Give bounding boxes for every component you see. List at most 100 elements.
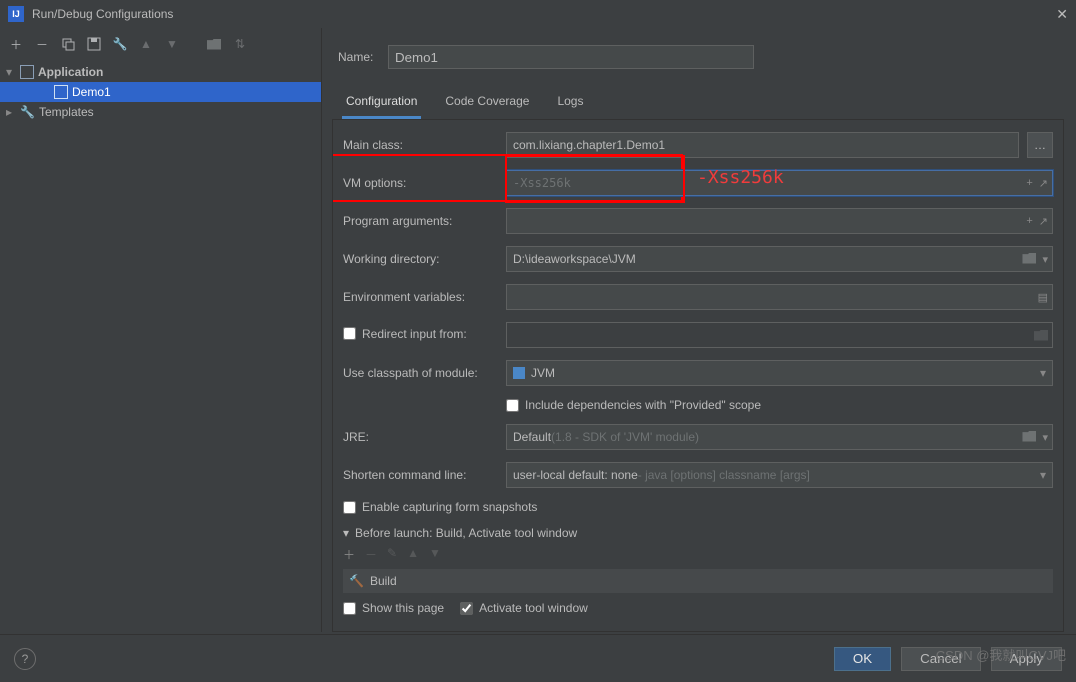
save-button[interactable] (84, 34, 104, 54)
hammer-icon: 🔨 (349, 574, 364, 588)
main-class-label: Main class: (343, 138, 498, 152)
classpath-label: Use classpath of module: (343, 366, 498, 380)
sidebar: ＋ － 🔧 ▲ ▼ ⇅ ▾ Application Demo1 ▸ (0, 28, 322, 632)
module-icon (513, 367, 525, 379)
build-task-row[interactable]: 🔨 Build (343, 569, 1053, 593)
tree-node-templates[interactable]: ▸ 🔧 Templates (0, 102, 321, 122)
main-class-field[interactable] (506, 132, 1019, 158)
add-task-button[interactable]: ＋ (343, 546, 355, 563)
edit-task-button[interactable]: ✎ (387, 546, 397, 563)
help-button[interactable]: ? (14, 648, 36, 670)
row-working-dir: Working directory: ▾ (343, 246, 1053, 272)
jre-field[interactable]: Default (1.8 - SDK of 'JVM' module) ▾ (506, 424, 1053, 450)
annotation-text: -Xss256k (697, 167, 784, 188)
wrench-button[interactable]: 🔧 (110, 34, 130, 54)
add-button[interactable]: ＋ (6, 34, 26, 54)
configuration-panel: Main class: … VM options: -Xss256k -Xss2… (332, 120, 1064, 632)
vm-options-label: VM options: (343, 176, 498, 190)
tabs: Configuration Code Coverage Logs (332, 86, 1064, 120)
include-provided-checkbox[interactable]: Include dependencies with "Provided" sco… (506, 398, 761, 412)
shorten-label: Shorten command line: (343, 468, 498, 482)
name-bar: Name: Share through VCS ? Allow parallel… (332, 28, 1064, 86)
row-include-provided: Include dependencies with "Provided" sco… (343, 398, 1053, 412)
vm-options-field[interactable]: -Xss256k -Xss256k + ↗ (506, 170, 1053, 196)
close-icon[interactable]: ✕ (1056, 6, 1068, 23)
row-env-vars: Environment variables: ▤ (343, 284, 1053, 310)
list-icon[interactable]: ▤ (1038, 291, 1048, 304)
show-page-checkbox[interactable]: Show this page (343, 601, 444, 615)
folder-icon[interactable] (1022, 431, 1036, 442)
collapse-icon: ▾ (343, 526, 349, 540)
chevron-down-icon[interactable]: ▾ (1042, 431, 1048, 444)
jre-label: JRE: (343, 430, 498, 444)
move-down-button[interactable]: ▼ (429, 546, 441, 563)
config-tree: ▾ Application Demo1 ▸ 🔧 Templates (0, 60, 321, 632)
row-main-class: Main class: … (343, 132, 1053, 158)
allow-parallel-checkbox[interactable]: Allow parallel run (1024, 36, 1064, 78)
working-dir-label: Working directory: (343, 252, 498, 266)
folder-button[interactable] (204, 34, 224, 54)
row-classpath: Use classpath of module: JVM ▾ (343, 360, 1053, 386)
shorten-select[interactable]: user-local default: none - java [options… (506, 462, 1053, 488)
row-shorten: Shorten command line: user-local default… (343, 462, 1053, 488)
program-args-input[interactable] (513, 214, 1046, 228)
tab-logs[interactable]: Logs (553, 86, 587, 119)
activate-tool-checkbox[interactable]: Activate tool window (460, 601, 588, 615)
main-class-input[interactable] (513, 138, 1012, 152)
before-launch-header[interactable]: ▾ Before launch: Build, Activate tool wi… (343, 526, 1053, 540)
plus-icon[interactable]: + (1026, 177, 1032, 190)
copy-button[interactable] (58, 34, 78, 54)
gear-icon: 🔧 (20, 105, 35, 119)
move-up-button[interactable]: ▲ (407, 546, 419, 563)
classpath-select[interactable]: JVM ▾ (506, 360, 1053, 386)
tree-node-demo1[interactable]: Demo1 (0, 82, 321, 102)
row-enable-capture: Enable capturing form snapshots (343, 500, 1053, 514)
expand-icon[interactable]: ↗ (1039, 177, 1048, 190)
env-vars-input[interactable] (513, 290, 1046, 304)
remove-task-button[interactable]: － (365, 546, 377, 563)
titlebar: IJ Run/Debug Configurations ✕ (0, 0, 1076, 28)
remove-button[interactable]: － (32, 34, 52, 54)
before-launch-toolbar: ＋ － ✎ ▲ ▼ (343, 546, 1053, 563)
row-program-args: Program arguments: + ↗ (343, 208, 1053, 234)
vm-options-placeholder: -Xss256k (513, 176, 571, 190)
apply-button[interactable]: Apply (991, 647, 1062, 671)
env-vars-field[interactable]: ▤ (506, 284, 1053, 310)
main-panel: Name: Share through VCS ? Allow parallel… (322, 28, 1076, 632)
enable-capture-checkbox[interactable]: Enable capturing form snapshots (343, 500, 537, 514)
before-launch-title: Before launch: Build, Activate tool wind… (355, 526, 577, 540)
jre-value: Default (513, 430, 551, 444)
working-dir-input[interactable] (513, 252, 1046, 266)
folder-icon (1034, 330, 1048, 341)
browse-main-class-button[interactable]: … (1027, 132, 1053, 158)
move-up-button[interactable]: ▲ (136, 34, 156, 54)
move-down-button[interactable]: ▼ (162, 34, 182, 54)
shorten-hint: - java [options] classname [args] (638, 468, 810, 482)
classpath-value: JVM (531, 366, 555, 380)
plus-icon[interactable]: + (1026, 215, 1032, 228)
redirect-checkbox[interactable]: Redirect input from: (343, 327, 467, 341)
window-title: Run/Debug Configurations (32, 7, 173, 21)
chevron-down-icon[interactable]: ▾ (1042, 253, 1048, 266)
program-args-field[interactable]: + ↗ (506, 208, 1053, 234)
tree-node-application[interactable]: ▾ Application (0, 62, 321, 82)
run-config-icon (54, 85, 68, 99)
build-task-label: Build (370, 574, 397, 588)
share-vcs-checkbox[interactable]: Share through VCS ? (974, 36, 1014, 78)
tab-configuration[interactable]: Configuration (342, 86, 421, 119)
expand-icon[interactable]: ↗ (1039, 215, 1048, 228)
footer: ? OK Cancel Apply (0, 634, 1076, 682)
expand-icon: ▾ (6, 65, 16, 79)
tab-code-coverage[interactable]: Code Coverage (441, 86, 533, 119)
cancel-button[interactable]: Cancel (901, 647, 981, 671)
app-icon: IJ (8, 6, 24, 22)
redirect-field (506, 322, 1053, 348)
row-redirect: Redirect input from: (343, 322, 1053, 348)
sort-button[interactable]: ⇅ (230, 34, 250, 54)
working-dir-field[interactable]: ▾ (506, 246, 1053, 272)
ok-button[interactable]: OK (834, 647, 891, 671)
config-toolbar: ＋ － 🔧 ▲ ▼ ⇅ (0, 28, 321, 60)
folder-icon[interactable] (1022, 253, 1036, 264)
name-input[interactable] (388, 45, 754, 69)
tree-label-templates: Templates (39, 105, 94, 119)
